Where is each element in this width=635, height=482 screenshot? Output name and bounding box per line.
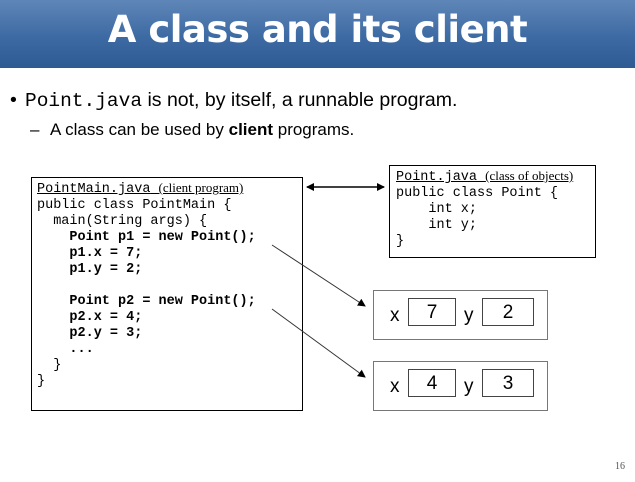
arrow-p1-to-object bbox=[271, 244, 366, 307]
arrow-p2-to-object bbox=[271, 308, 366, 378]
connector-arrows bbox=[271, 183, 385, 378]
page-number: 16 bbox=[615, 461, 625, 472]
